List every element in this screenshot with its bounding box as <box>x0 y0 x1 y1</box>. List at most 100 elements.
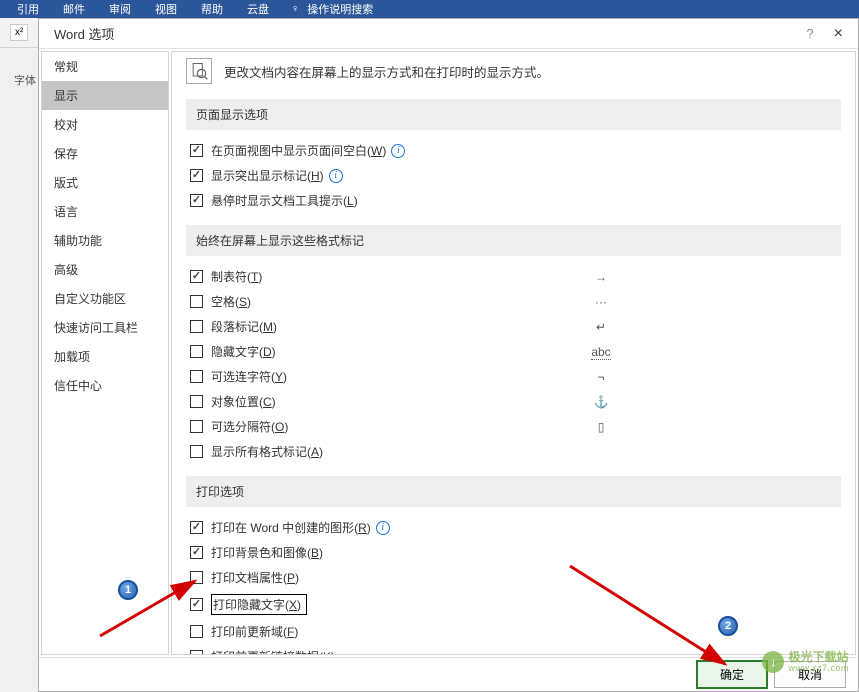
option-row: 打印前更新域(F) <box>186 619 841 644</box>
option-row: 打印背景色和图像(B) <box>186 540 841 565</box>
section-format-marks: 始终在屏幕上显示这些格式标记 <box>186 225 841 256</box>
watermark: 极光下载站 www.xz7.com <box>762 651 849 674</box>
option-row: 在页面视图中显示页面间空白(W) <box>186 138 841 163</box>
format-symbol: ··· <box>586 295 616 309</box>
info-icon[interactable] <box>376 521 390 535</box>
ribbon-bar: 引用 邮件 审阅 视图 帮助 云盘 ♀ 操作说明搜索 <box>0 0 859 18</box>
checkbox[interactable] <box>190 370 203 383</box>
sidebar-item-accessibility[interactable]: 辅助功能 <box>42 226 168 255</box>
close-button[interactable]: × <box>834 25 843 43</box>
superscript-button[interactable]: x² <box>10 24 28 41</box>
option-label[interactable]: 段落标记(M) <box>211 318 277 335</box>
option-label[interactable]: 对象位置(C) <box>211 393 276 410</box>
format-symbol: → <box>586 270 616 284</box>
option-row: 可选连字符(Y) ¬ <box>186 364 841 389</box>
sidebar-item-trust-center[interactable]: 信任中心 <box>42 371 168 400</box>
option-label[interactable]: 打印文档属性(P) <box>211 569 299 586</box>
checkbox[interactable] <box>190 546 203 559</box>
option-row: 打印在 Word 中创建的图形(R) <box>186 515 841 540</box>
checkbox[interactable] <box>190 420 203 433</box>
dialog-body: 常规 显示 校对 保存 版式 语言 辅助功能 高级 自定义功能区 快速访问工具栏… <box>39 49 858 657</box>
checkbox[interactable] <box>190 571 203 584</box>
checkbox[interactable] <box>190 270 203 283</box>
sidebar-item-proofing[interactable]: 校对 <box>42 110 168 139</box>
checkbox[interactable] <box>190 445 203 458</box>
option-row: 悬停时显示文档工具提示(L) <box>186 188 841 213</box>
checkbox[interactable] <box>190 650 203 655</box>
section-print-options: 打印选项 <box>186 476 841 507</box>
ribbon-tab[interactable]: 视图 <box>143 1 189 17</box>
info-icon[interactable] <box>391 144 405 158</box>
lightbulb-icon: ♀ <box>291 3 299 15</box>
search-label: 操作说明搜索 <box>307 1 373 17</box>
section-page-display: 页面显示选项 <box>186 99 841 130</box>
option-label[interactable]: 可选分隔符(O) <box>211 418 288 435</box>
ribbon-tab[interactable]: 审阅 <box>97 1 143 17</box>
ribbon-tab[interactable]: 邮件 <box>51 1 97 17</box>
checkbox[interactable] <box>190 320 203 333</box>
checkbox[interactable] <box>190 395 203 408</box>
checkbox[interactable] <box>190 625 203 638</box>
ok-button[interactable]: 确定 <box>696 660 768 689</box>
option-label[interactable]: 悬停时显示文档工具提示(L) <box>211 192 358 209</box>
checkbox[interactable] <box>190 598 203 611</box>
checkbox[interactable] <box>190 169 203 182</box>
sidebar-item-quick-access[interactable]: 快速访问工具栏 <box>42 313 168 342</box>
options-content: 更改文档内容在屏幕上的显示方式和在打印时的显示方式。 页面显示选项 在页面视图中… <box>171 51 856 655</box>
ribbon-tab[interactable]: 云盘 <box>235 1 281 17</box>
dialog-titlebar: Word 选项 ? × <box>39 19 858 49</box>
option-row: 打印隐藏文字(X) <box>186 590 841 619</box>
option-row: 可选分隔符(O) ▯ <box>186 414 841 439</box>
checkbox[interactable] <box>190 345 203 358</box>
ribbon-tab[interactable]: 帮助 <box>189 1 235 17</box>
sidebar-item-language[interactable]: 语言 <box>42 197 168 226</box>
checkbox[interactable] <box>190 144 203 157</box>
option-label[interactable]: 打印背景色和图像(B) <box>211 544 323 561</box>
option-row: 打印文档属性(P) <box>186 565 841 590</box>
sidebar-item-layout[interactable]: 版式 <box>42 168 168 197</box>
sidebar-item-addins[interactable]: 加载项 <box>42 342 168 371</box>
sidebar-item-advanced[interactable]: 高级 <box>42 255 168 284</box>
help-button[interactable]: ? <box>806 26 813 41</box>
annotation-number-2: 2 <box>718 616 738 636</box>
option-row: 显示突出显示标记(H) <box>186 163 841 188</box>
option-label[interactable]: 显示突出显示标记(H) <box>211 167 324 184</box>
tell-me-search[interactable]: ♀ 操作说明搜索 <box>291 1 373 17</box>
option-row: 制表符(T) → <box>186 264 841 289</box>
highlighted-option: 打印隐藏文字(X) <box>211 594 307 615</box>
sidebar-item-save[interactable]: 保存 <box>42 139 168 168</box>
option-row: 空格(S) ··· <box>186 289 841 314</box>
checkbox[interactable] <box>190 295 203 308</box>
option-label[interactable]: 空格(S) <box>211 293 251 310</box>
format-symbol: ⚓ <box>586 395 616 409</box>
info-icon[interactable] <box>329 169 343 183</box>
sidebar-item-general[interactable]: 常规 <box>42 52 168 81</box>
option-label[interactable]: 打印前更新域(F) <box>211 623 298 640</box>
content-header: 更改文档内容在屏幕上的显示方式和在打印时的显示方式。 <box>186 58 841 84</box>
option-label[interactable]: 显示所有格式标记(A) <box>211 443 323 460</box>
content-header-text: 更改文档内容在屏幕上的显示方式和在打印时的显示方式。 <box>224 62 549 81</box>
watermark-url: www.xz7.com <box>788 664 849 674</box>
sidebar-item-display[interactable]: 显示 <box>42 81 168 110</box>
checkbox[interactable] <box>190 194 203 207</box>
page-magnify-icon <box>186 58 212 84</box>
watermark-logo-icon <box>762 651 784 673</box>
option-label[interactable]: 隐藏文字(D) <box>211 343 276 360</box>
option-label[interactable]: 制表符(T) <box>211 268 262 285</box>
option-label[interactable]: 在页面视图中显示页面间空白(W) <box>211 142 386 159</box>
format-symbol: ¬ <box>586 370 616 384</box>
option-label[interactable]: 打印前更新链接数据(K) <box>211 648 335 655</box>
word-options-dialog: Word 选项 ? × 常规 显示 校对 保存 版式 语言 辅助功能 高级 自定… <box>38 18 859 692</box>
sidebar-item-customize-ribbon[interactable]: 自定义功能区 <box>42 284 168 313</box>
dialog-title: Word 选项 <box>54 24 806 43</box>
dialog-footer: 确定 取消 <box>39 657 858 691</box>
format-symbol: ▯ <box>586 420 616 434</box>
option-label[interactable]: 打印在 Word 中创建的图形(R) <box>211 519 371 536</box>
annotation-number-1: 1 <box>118 580 138 600</box>
ribbon-tab[interactable]: 引用 <box>5 1 51 17</box>
option-label[interactable]: 可选连字符(Y) <box>211 368 287 385</box>
option-label[interactable]: 打印隐藏文字(X) <box>213 598 301 612</box>
option-row: 打印前更新链接数据(K) <box>186 644 841 655</box>
checkbox[interactable] <box>190 521 203 534</box>
option-row: 对象位置(C) ⚓ <box>186 389 841 414</box>
